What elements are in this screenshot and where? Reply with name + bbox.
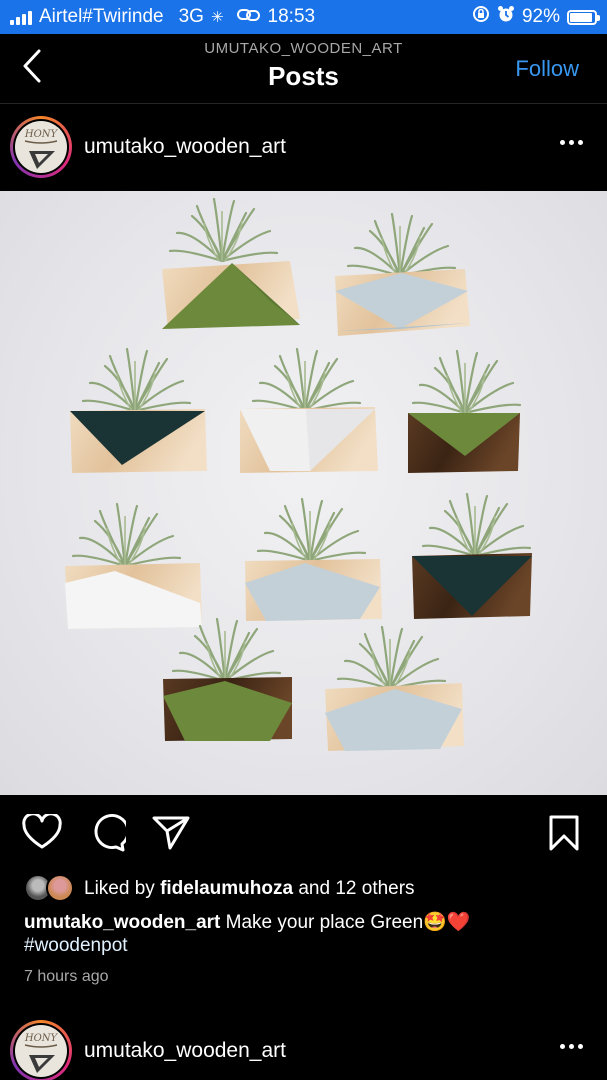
signal-icon (10, 9, 32, 25)
page-header: UMUTAKO_WOODEN_ART Posts Follow (0, 34, 607, 104)
post-header: HONY umutako_wooden_art (0, 104, 607, 190)
post-image[interactable] (0, 191, 607, 795)
battery-percent: 92% (521, 6, 560, 27)
comment-button[interactable] (88, 814, 130, 857)
likes-prefix: Liked by (84, 878, 155, 899)
clock-time: 18:53 (267, 6, 316, 27)
loading-icon: ✳ (210, 9, 224, 26)
orientation-lock-icon (472, 5, 490, 29)
save-button[interactable] (548, 814, 580, 857)
profile-handle: UMUTAKO_WOODEN_ART (204, 40, 403, 57)
avatar[interactable]: HONY (10, 116, 72, 178)
caption-username[interactable]: umutako_wooden_art (24, 912, 220, 933)
likes-summary[interactable]: Liked by fidelaumuhoza and 12 others (24, 874, 415, 904)
post-username[interactable]: umutako_wooden_art (84, 135, 286, 159)
link-icon (236, 6, 261, 28)
bookmark-icon (549, 815, 579, 851)
alarm-icon (497, 5, 515, 29)
hashtag-link[interactable]: #woodenpot (24, 935, 128, 956)
avatar[interactable]: HONY (10, 1020, 72, 1080)
like-button[interactable] (22, 812, 62, 855)
more-icon[interactable] (560, 1044, 583, 1049)
network-type: 3G (178, 6, 204, 27)
battery-icon (567, 9, 600, 25)
instagram-post-page: Airtel#Twirinde 3G ✳ 18:53 92% UMUTAKO_W… (0, 0, 607, 1080)
share-icon (152, 816, 190, 850)
liker-avatars (24, 874, 76, 904)
svg-text:HONY: HONY (24, 129, 59, 140)
next-post-header: HONY umutako_wooden_art (0, 1008, 607, 1080)
post-timestamp: 7 hours ago (24, 968, 109, 985)
more-icon[interactable] (560, 140, 583, 145)
liked-by-user[interactable]: fidelaumuhoza (160, 878, 293, 900)
status-bar: Airtel#Twirinde 3G ✳ 18:53 92% (0, 0, 607, 34)
follow-button[interactable]: Follow (515, 56, 579, 82)
carrier-name: Airtel#Twirinde (39, 6, 164, 27)
comment-icon (94, 814, 130, 852)
svg-text:HONY: HONY (24, 1033, 59, 1044)
liker-avatar (46, 874, 74, 902)
post-caption: umutako_wooden_art Make your place Green… (24, 911, 584, 957)
share-button[interactable] (152, 814, 190, 855)
likes-suffix: and 12 others (298, 878, 415, 899)
post-actions (0, 810, 607, 860)
caption-text: Make your place Green🤩❤️ (225, 912, 471, 933)
post-username[interactable]: umutako_wooden_art (84, 1039, 286, 1063)
heart-icon (22, 812, 62, 849)
